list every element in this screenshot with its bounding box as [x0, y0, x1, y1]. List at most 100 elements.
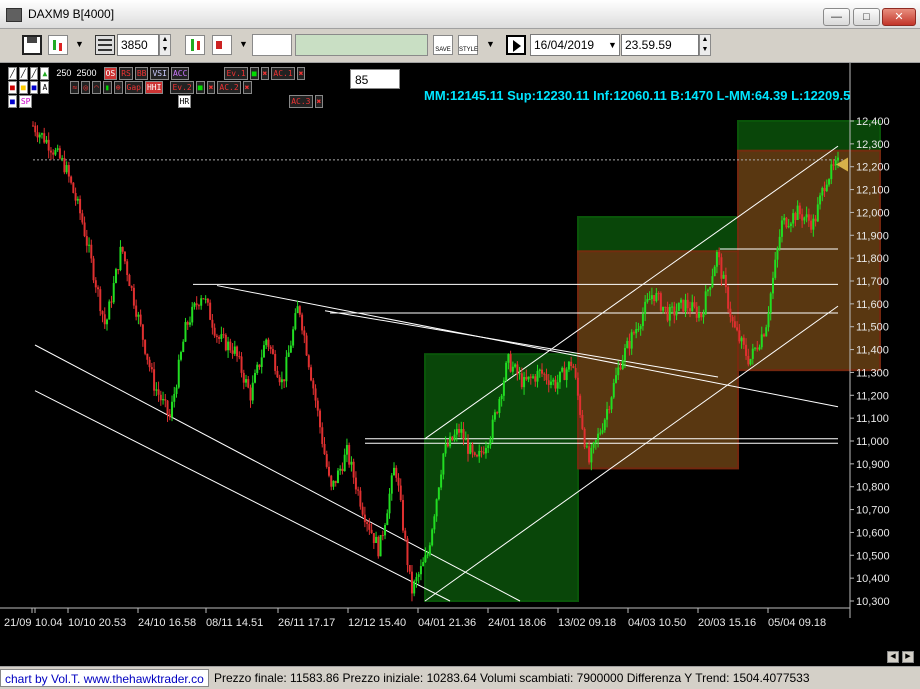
time-input[interactable]: 23.59.59	[621, 34, 699, 56]
candle-body	[162, 399, 165, 401]
candle-body	[653, 295, 656, 302]
bars-count-input[interactable]: 3850	[117, 34, 159, 56]
tool-channel-icon[interactable]: ╱	[29, 67, 39, 80]
ev2-close-icon[interactable]: ✖	[206, 81, 216, 94]
indicator-candles-icon[interactable]	[185, 35, 205, 55]
symbol-field[interactable]	[252, 34, 292, 56]
candle-body	[327, 466, 330, 476]
candle-body	[810, 220, 813, 230]
candle-body	[99, 289, 102, 312]
ac1-button[interactable]: AC.1	[271, 67, 295, 80]
tool-fib-icon[interactable]: ╱	[18, 67, 28, 80]
candle-body	[83, 222, 86, 237]
sound-dropdown-arrow[interactable]: ▼	[239, 39, 248, 49]
price-chart[interactable]: 12,400 12,300 12,200 12,100 12,000 11,900 11,8…	[0, 63, 920, 666]
y-tick-label: 11,300	[856, 367, 889, 379]
credit-link[interactable]: chart by Vol.T. www.thehawktrader.co	[0, 669, 209, 687]
vsi-button[interactable]: VSI	[150, 67, 169, 80]
chart-area[interactable]: 12,400 12,300 12,200 12,100 12,000 11,900 11,8…	[0, 63, 920, 666]
chart-scroll[interactable]: ◀ ▶	[886, 649, 914, 663]
play-icon[interactable]	[506, 35, 526, 55]
gap-button[interactable]: Gap	[124, 81, 143, 94]
candle-body	[704, 291, 707, 315]
scroll-right-arrow[interactable]: ▶	[902, 651, 914, 663]
close-button[interactable]: ✕	[882, 8, 916, 26]
style-icon[interactable]: STYLE	[458, 35, 478, 55]
candle-tool-icon[interactable]: ▮	[102, 81, 112, 94]
candle-body	[547, 380, 550, 385]
x-tick-label: 10/10 20.53	[68, 617, 126, 629]
candle-body	[532, 376, 535, 378]
candle-body	[527, 376, 530, 380]
candle-body	[498, 399, 501, 413]
candle-body	[543, 373, 546, 375]
ac2-button[interactable]: AC.2	[217, 81, 241, 94]
candle-body	[307, 355, 310, 368]
marker-icon[interactable]: ■	[8, 95, 17, 108]
style-dropdown-arrow[interactable]: ▼	[486, 39, 495, 49]
scroll-left-arrow[interactable]: ◀	[886, 651, 899, 663]
sound-icon[interactable]	[212, 35, 232, 55]
ac3-button[interactable]: AC.3	[289, 95, 313, 108]
bars-count-stepper[interactable]: ▲ ▼	[159, 34, 171, 56]
date-picker[interactable]: 16/04/2019	[530, 34, 620, 56]
candle-body	[137, 314, 140, 317]
candle-body	[751, 348, 754, 359]
hhi-button[interactable]: HHI	[144, 81, 164, 94]
candle-body	[390, 475, 393, 494]
bb-button[interactable]: BB	[134, 67, 149, 80]
acc-button[interactable]: ACC	[170, 67, 190, 80]
rs-button[interactable]: RS	[119, 67, 133, 80]
date-dropdown-arrow[interactable]: ▼	[608, 40, 617, 50]
fib-tool-icon[interactable]: ≈	[70, 81, 80, 94]
chart-candles-icon[interactable]	[48, 35, 68, 55]
candle-body	[798, 205, 801, 215]
candle-body	[417, 574, 420, 578]
candle-body	[184, 322, 187, 342]
x-tick-label: 05/04 09.18	[768, 617, 826, 629]
minimize-button[interactable]: —	[823, 8, 850, 26]
candle-body	[330, 475, 333, 487]
hr-button[interactable]: HR	[177, 95, 192, 108]
ev1-close-icon[interactable]: ✖	[260, 67, 270, 80]
indicator-value-input[interactable]: 85	[350, 69, 400, 89]
tool-line-icon[interactable]: ╱	[8, 67, 17, 80]
candle-body	[359, 490, 362, 507]
color-yellow-icon[interactable]: ■	[18, 81, 28, 94]
candle-body	[709, 286, 712, 290]
ac2-close-icon[interactable]: ✖	[242, 81, 252, 94]
candle-body	[128, 275, 131, 287]
save-disk-icon[interactable]	[22, 35, 42, 55]
ev1-toggle-icon[interactable]: ■	[249, 67, 259, 80]
candle-body	[763, 334, 766, 337]
target-tool-icon[interactable]: ⊕	[113, 81, 123, 94]
candle-body	[271, 349, 274, 354]
candle-body	[108, 301, 111, 320]
color-blue-icon[interactable]: ■	[29, 81, 39, 94]
candle-body	[386, 513, 389, 525]
color-red-icon[interactable]: ■	[8, 81, 17, 94]
os-button[interactable]: OS	[103, 67, 118, 80]
maximize-button[interactable]: □	[853, 8, 880, 26]
sp-button[interactable]: SP	[18, 95, 33, 108]
tool-trend-icon[interactable]: ▲	[40, 67, 50, 80]
save-chart-icon[interactable]: SAVE	[433, 35, 453, 55]
ac3-close-icon[interactable]: ✖	[314, 95, 324, 108]
candle-body	[348, 445, 351, 465]
candle-body	[422, 562, 425, 567]
period-long: 2500	[76, 68, 97, 78]
candle-body	[321, 427, 324, 444]
text-tool-icon[interactable]: A	[40, 81, 50, 94]
ev2-toggle-icon[interactable]: ■	[195, 81, 205, 94]
candle-body	[529, 376, 532, 378]
candle-body	[567, 361, 570, 370]
ev1-button[interactable]: Ev.1	[224, 67, 248, 80]
candle-body	[740, 337, 743, 342]
ev2-button[interactable]: Ev.2	[170, 81, 194, 94]
chart-type-dropdown-arrow[interactable]: ▼	[75, 39, 84, 49]
arc-tool-icon[interactable]: ◠	[92, 81, 101, 94]
cycle-tool-icon[interactable]: ◎	[81, 81, 91, 94]
time-stepper[interactable]: ▲ ▼	[699, 34, 711, 56]
candle-body	[32, 125, 34, 127]
ac1-close-icon[interactable]: ✖	[296, 67, 306, 80]
